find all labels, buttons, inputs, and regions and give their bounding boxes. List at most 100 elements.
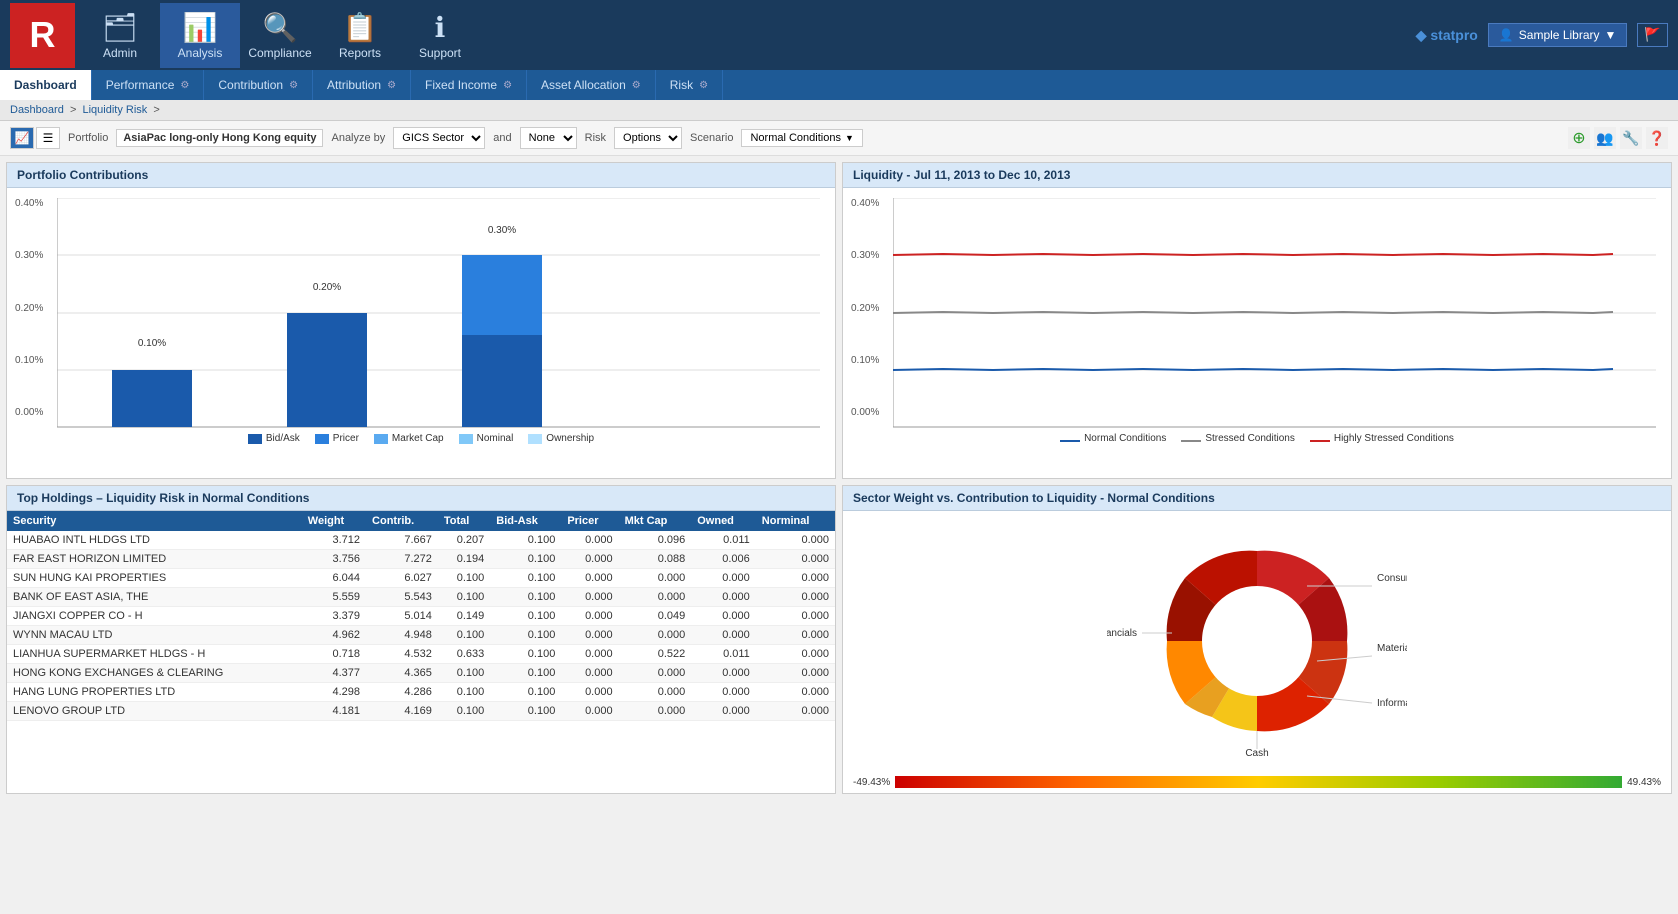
table-cell: 0.000	[691, 664, 756, 683]
legend-pricer: Pricer	[315, 433, 359, 444]
table-cell: 0.000	[756, 645, 835, 664]
legend-bid-ask: Bid/Ask	[248, 433, 300, 444]
table-cell: 0.000	[561, 702, 618, 721]
sample-library-label: Sample Library	[1519, 28, 1600, 42]
table-cell: 0.100	[490, 550, 561, 569]
color-bar-min: -49.43%	[853, 777, 890, 788]
table-cell: 4.365	[366, 664, 438, 683]
table-cell: 0.000	[619, 702, 692, 721]
table-cell: 0.207	[438, 531, 490, 550]
table-cell: 0.006	[691, 550, 756, 569]
table-cell: 6.027	[366, 569, 438, 588]
portfolio-contributions-panel: Portfolio Contributions 0.40% 0.30% 0.20…	[6, 162, 836, 479]
fixed-income-gear-icon: ⚙	[503, 80, 512, 91]
table-cell: 0.000	[691, 626, 756, 645]
support-icon: ℹ	[435, 11, 446, 44]
nav-support-label: Support	[419, 46, 461, 60]
table-cell: JIANGXI COPPER CO - H	[7, 607, 302, 626]
flag-button[interactable]: 🚩	[1637, 23, 1668, 47]
tab-asset-allocation[interactable]: Asset Allocation ⚙	[527, 70, 656, 100]
toolbar-right-icons: ⊕ 👥 🔧 ❓	[1568, 127, 1668, 149]
svg-text:Financials: Financials	[1107, 628, 1137, 639]
table-cell: 0.100	[438, 569, 490, 588]
tab-performance-label: Performance	[106, 78, 175, 92]
and-label: and	[493, 132, 511, 144]
col-owned: Owned	[691, 511, 756, 531]
table-cell: LIANHUA SUPERMARKET HLDGS - H	[7, 645, 302, 664]
table-cell: 0.100	[490, 664, 561, 683]
table-cell: 0.000	[619, 569, 692, 588]
tab-dashboard-label: Dashboard	[14, 78, 77, 92]
table-cell: 0.000	[691, 569, 756, 588]
table-view-button[interactable]: ☰	[36, 127, 60, 149]
table-row: HANG LUNG PROPERTIES LTD4.2984.2860.1000…	[7, 683, 835, 702]
tab-fixed-income[interactable]: Fixed Income ⚙	[411, 70, 527, 100]
table-cell: 0.100	[438, 626, 490, 645]
top-holdings-table-wrapper: Security Weight Contrib. Total Bid-Ask P…	[7, 511, 835, 721]
table-cell: 0.000	[756, 702, 835, 721]
portfolio-value: AsiaPac long-only Hong Kong equity	[116, 129, 323, 147]
col-contrib: Contrib.	[366, 511, 438, 531]
nav-admin[interactable]: 🗂 Admin	[80, 3, 160, 68]
top-holdings-header: Top Holdings – Liquidity Risk in Normal …	[7, 486, 835, 511]
legend-normal-line	[1060, 440, 1080, 442]
help-icon-button[interactable]: ❓	[1646, 127, 1668, 149]
table-cell: 0.100	[490, 569, 561, 588]
table-row: LENOVO GROUP LTD4.1814.1690.1000.1000.00…	[7, 702, 835, 721]
table-cell: 0.633	[438, 645, 490, 664]
breadcrumb-liquidity-risk[interactable]: Liquidity Risk	[82, 104, 147, 116]
svg-text:0.30%: 0.30%	[488, 225, 516, 236]
compliance-icon: 🔍	[263, 11, 298, 44]
y-axis-labels: 0.40% 0.30% 0.20% 0.10% 0.00%	[15, 198, 43, 418]
analyze-by-label: Analyze by	[331, 132, 385, 144]
table-cell: BANK OF EAST ASIA, THE	[7, 588, 302, 607]
top-navigation: R 🗂 Admin 📊 Analysis 🔍 Compliance 📋 Repo…	[0, 0, 1678, 70]
table-cell: 0.100	[490, 588, 561, 607]
col-security: Security	[7, 511, 302, 531]
top-holdings-panel: Top Holdings – Liquidity Risk in Normal …	[6, 485, 836, 794]
table-cell: HUABAO INTL HLDGS LTD	[7, 531, 302, 550]
analyze-by-select[interactable]: GICS Sector	[393, 127, 485, 149]
table-cell: 0.000	[619, 626, 692, 645]
tab-performance[interactable]: Performance ⚙	[92, 70, 205, 100]
scenario-button[interactable]: Normal Conditions	[741, 129, 862, 147]
nav-admin-label: Admin	[103, 46, 137, 60]
nav-compliance[interactable]: 🔍 Compliance	[240, 3, 320, 68]
table-cell: 0.000	[561, 607, 618, 626]
tab-risk[interactable]: Risk ⚙	[656, 70, 723, 100]
tab-contribution[interactable]: Contribution ⚙	[204, 70, 313, 100]
sector-chart-panel: Sector Weight vs. Contribution to Liquid…	[842, 485, 1672, 794]
tab-dashboard[interactable]: Dashboard	[0, 70, 92, 100]
risk-select[interactable]: Options	[614, 127, 682, 149]
table-row: BANK OF EAST ASIA, THE5.5595.5430.1000.1…	[7, 588, 835, 607]
table-cell: 4.169	[366, 702, 438, 721]
nav-analysis[interactable]: 📊 Analysis	[160, 3, 240, 68]
table-cell: 0.088	[619, 550, 692, 569]
table-cell: 0.096	[619, 531, 692, 550]
chart-view-button[interactable]: 📈	[10, 127, 34, 149]
donut-chart-area: Financials Consumer Discretionary Materi…	[843, 511, 1671, 771]
table-row: WYNN MACAU LTD4.9624.9480.1000.1000.0000…	[7, 626, 835, 645]
sector-chart-header: Sector Weight vs. Contribution to Liquid…	[843, 486, 1671, 511]
bottom-section: Top Holdings – Liquidity Risk in Normal …	[0, 485, 1678, 800]
sample-library-button[interactable]: 👤 Sample Library ▼	[1488, 23, 1628, 47]
nav-reports[interactable]: 📋 Reports	[320, 3, 400, 68]
table-cell: 0.100	[490, 531, 561, 550]
tab-fixed-income-label: Fixed Income	[425, 78, 497, 92]
users-icon-button[interactable]: 👥	[1594, 127, 1616, 149]
table-cell: 0.000	[619, 588, 692, 607]
and-select[interactable]: None	[520, 127, 577, 149]
breadcrumb-dashboard[interactable]: Dashboard	[10, 104, 64, 116]
tab-bar: Dashboard Performance ⚙ Contribution ⚙ A…	[0, 70, 1678, 100]
table-cell: 0.100	[490, 683, 561, 702]
nav-analysis-label: Analysis	[178, 46, 223, 60]
tab-attribution[interactable]: Attribution ⚙	[313, 70, 411, 100]
svg-text:Materials: Materials	[1377, 643, 1407, 654]
table-cell: 0.000	[561, 664, 618, 683]
bar-chart-svg: 0.10% 0.20% 0.30% Normal Conditions Stre…	[57, 198, 820, 428]
settings-icon-button[interactable]: 🔧	[1620, 127, 1642, 149]
nav-support[interactable]: ℹ Support	[400, 3, 480, 68]
line-chart-svg: 2013-08-01 2013-09-01 2013-10-01 2013-11…	[893, 198, 1656, 428]
table-cell: 4.298	[302, 683, 366, 702]
add-icon-button[interactable]: ⊕	[1568, 127, 1590, 149]
